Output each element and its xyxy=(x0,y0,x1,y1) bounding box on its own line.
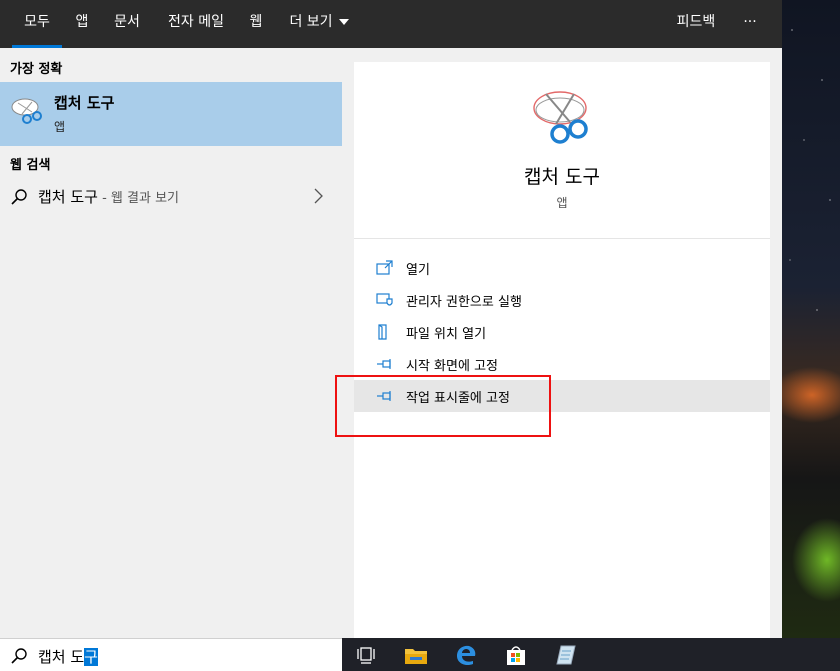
action-open-file-location[interactable]: 파일 위치 열기 xyxy=(354,316,770,348)
app-details-pane: 캡처 도구 앱 열기 관리자 권한으로 실행 파일 위치 열기 시작 화면에 고… xyxy=(354,62,770,638)
app-subtitle: 앱 xyxy=(556,196,568,210)
file-location-icon xyxy=(378,324,387,340)
search-icon xyxy=(11,189,27,205)
best-match-result[interactable]: 캡처 도구 앱 xyxy=(0,82,342,146)
pin-icon xyxy=(377,359,391,369)
open-icon xyxy=(376,260,393,275)
more-label: 더 보기 xyxy=(289,14,333,30)
action-pin-to-start-label: 시작 화면에 고정 xyxy=(406,359,498,374)
snipping-tool-large-icon xyxy=(533,91,588,144)
feedback-button[interactable]: 피드백 xyxy=(670,0,722,48)
more-options-button[interactable]: ··· xyxy=(734,0,766,48)
taskbar xyxy=(342,638,840,671)
notepad-icon xyxy=(556,645,576,664)
search-input-text: 캡처 도 xyxy=(38,648,85,666)
results-list: 가장 정확 캡처 도구 앱 웹 검색 캡처 도구 - 웹 결과 보기 xyxy=(0,48,342,638)
web-search-result[interactable]: 캡처 도구 - 웹 결과 보기 xyxy=(0,180,342,212)
file-explorer-icon xyxy=(405,648,427,664)
admin-shield-icon xyxy=(376,293,393,306)
action-run-as-admin[interactable]: 관리자 권한으로 실행 xyxy=(354,284,770,316)
tab-apps[interactable]: 앱 xyxy=(66,0,98,48)
best-match-header: 가장 정확 xyxy=(10,62,63,77)
annotation-highlight-box xyxy=(335,375,551,437)
chevron-right-icon[interactable] xyxy=(312,188,324,204)
search-input[interactable]: 캡처 도구 xyxy=(38,646,98,667)
desktop-wallpaper xyxy=(782,0,840,638)
task-view-icon xyxy=(357,646,375,664)
tab-documents[interactable]: 문서 xyxy=(104,0,150,48)
app-title: 캡처 도구 xyxy=(524,166,600,188)
edge-button[interactable] xyxy=(442,638,490,671)
search-box[interactable]: 캡처 도구 xyxy=(0,638,342,671)
search-scope-nav: 모두 앱 문서 전자 메일 웹 더 보기 피드백 ··· xyxy=(0,0,782,48)
web-result-suffix: - 웹 결과 보기 xyxy=(97,191,179,206)
tab-email[interactable]: 전자 메일 xyxy=(160,0,232,48)
best-match-title: 캡처 도구 xyxy=(54,94,115,112)
snipping-tool-icon xyxy=(11,98,42,124)
best-match-subtitle: 앱 xyxy=(54,120,66,134)
action-open[interactable]: 열기 xyxy=(354,252,770,284)
store-button[interactable] xyxy=(492,638,540,671)
search-panel: 모두 앱 문서 전자 메일 웹 더 보기 피드백 ··· 가장 정확 캡처 도구… xyxy=(0,0,782,638)
action-open-label: 열기 xyxy=(406,263,430,278)
search-input-selection: 구 xyxy=(84,648,98,666)
file-explorer-button[interactable] xyxy=(392,638,440,671)
notepad-button[interactable] xyxy=(542,638,590,671)
task-view-button[interactable] xyxy=(342,638,390,671)
divider xyxy=(354,238,770,239)
edge-icon xyxy=(457,645,476,665)
action-run-as-admin-label: 관리자 권한으로 실행 xyxy=(406,295,522,310)
action-open-file-location-label: 파일 위치 열기 xyxy=(406,327,487,342)
search-icon xyxy=(11,648,27,664)
chevron-down-icon xyxy=(338,19,349,25)
web-search-header: 웹 검색 xyxy=(10,158,51,173)
web-result-query: 캡처 도구 xyxy=(38,188,98,206)
tab-web[interactable]: 웹 xyxy=(240,0,272,48)
tab-more[interactable]: 더 보기 xyxy=(282,0,356,48)
tab-all[interactable]: 모두 xyxy=(12,0,62,48)
web-result-text: 캡처 도구 - 웹 결과 보기 xyxy=(38,186,179,207)
store-icon xyxy=(507,645,525,665)
